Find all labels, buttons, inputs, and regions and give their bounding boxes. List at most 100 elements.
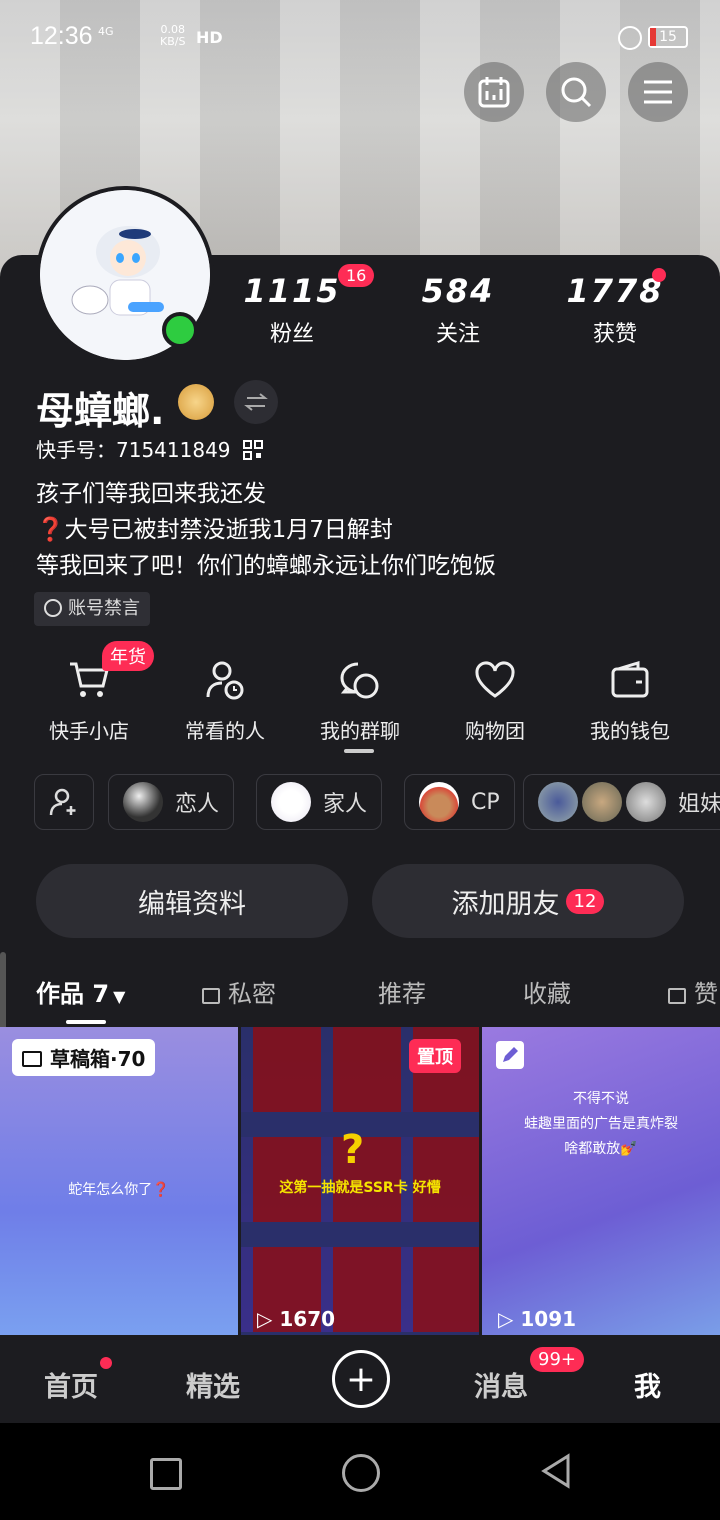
service-label: 常看的人 — [185, 719, 265, 743]
home-dot — [100, 1357, 112, 1369]
relation-cp[interactable]: CP — [404, 774, 515, 830]
bio-line-1: 孩子们等我回来我还发 — [36, 481, 266, 507]
bottom-nav: 首页 精选 + 消息 99+ 我 — [0, 1335, 720, 1423]
create-button[interactable]: + — [332, 1350, 390, 1408]
status-bar: 12:36 4G 0.08 KB/S HD 15 — [0, 0, 720, 76]
tab-works[interactable]: 作品 7 ▼ — [36, 974, 125, 1009]
home-button[interactable] — [342, 1454, 380, 1492]
following-label: 关注 — [435, 322, 480, 347]
service-group-buy[interactable]: 购物团 — [430, 655, 560, 744]
tile-caption: 不得不说 蛙趣里面的广告是真炸裂 啥都敢放💅 — [524, 1091, 678, 1157]
fans-badge: 16 — [338, 264, 375, 287]
service-frequent[interactable]: 常看的人 — [160, 655, 290, 744]
nav-messages[interactable]: 消息 — [474, 1365, 528, 1404]
drafts-label: 草稿箱·70 — [12, 1039, 156, 1076]
person-clock-icon — [206, 661, 244, 700]
bio-line-3: 等我回来了吧！你们的蟑螂永远让你们吃饱饭 — [36, 553, 496, 579]
bio-line-2: ❓大号已被封禁没逝我1月7日解封 — [36, 517, 393, 543]
relation-avatar — [626, 782, 666, 822]
add-friend-button[interactable]: 添加朋友 12 — [372, 864, 684, 938]
view-count: ▷ 1091 — [498, 1307, 577, 1331]
relation-avatar — [271, 782, 311, 822]
add-relation-button[interactable] — [34, 774, 94, 830]
fans-label: 粉丝 — [269, 322, 314, 347]
edit-icon — [496, 1041, 524, 1069]
service-groupchat[interactable]: 我的群聊 — [295, 655, 425, 744]
tile-caption: 蛇年怎么你了❓ — [68, 1182, 170, 1198]
hd-indicator: HD — [196, 28, 223, 47]
status-time: 12:36 — [30, 22, 93, 50]
recents-button[interactable] — [150, 1458, 182, 1490]
following-count: 584 — [421, 272, 495, 310]
service-label: 购物团 — [465, 719, 525, 743]
switch-account-button[interactable] — [234, 380, 278, 424]
question-mark: ? — [341, 1127, 365, 1173]
works-grid: 草稿箱·70 蛇年怎么你了❓ 置顶 ? 这第一抽就是SSR卡 好懵 ▷ 1670… — [0, 1027, 720, 1335]
calendar-icon — [478, 77, 510, 108]
folder-icon — [22, 1051, 42, 1067]
chevron-down-icon: ▼ — [113, 987, 126, 1006]
services-page-indicator — [344, 749, 374, 753]
view-count: ▷ 1670 — [257, 1307, 336, 1331]
relation-avatar — [538, 782, 578, 822]
messages-badge: 99+ — [530, 1347, 584, 1372]
search-icon — [561, 77, 592, 108]
plus-icon: + — [345, 1358, 377, 1400]
stat-fans[interactable]: 1115 粉丝 — [232, 272, 352, 348]
shop-badge: 年货 — [102, 641, 154, 671]
no-entry-icon — [44, 599, 62, 617]
service-wallet[interactable]: 我的钱包 — [565, 655, 695, 744]
level-badge-icon[interactable] — [178, 384, 214, 420]
nav-home[interactable]: 首页 — [44, 1365, 98, 1404]
network-speed: 0.08 KB/S — [160, 23, 186, 48]
service-label: 我的群聊 — [320, 719, 400, 743]
muted-tag: 账号禁言 — [34, 592, 150, 626]
video-tile[interactable]: 不得不说 蛙趣里面的广告是真炸裂 啥都敢放💅 ▷ 1091 — [482, 1027, 720, 1335]
draft-tile[interactable]: 草稿箱·70 蛇年怎么你了❓ — [0, 1027, 238, 1335]
tab-private[interactable]: 私密 — [202, 974, 276, 1009]
relation-avatar — [419, 782, 459, 822]
calendar-button[interactable] — [464, 62, 524, 122]
likes-dot — [652, 268, 666, 282]
menu-button[interactable] — [628, 62, 688, 122]
service-label: 快手小店 — [49, 719, 129, 743]
tab-recommended[interactable]: 推荐 — [378, 974, 426, 1009]
system-nav-bar — [0, 1423, 720, 1520]
profile-name: 母蟑螂. — [36, 389, 165, 433]
add-person-icon — [49, 788, 76, 816]
relation-family[interactable]: 家人 — [256, 774, 383, 830]
tab-liked[interactable]: 赞 — [668, 974, 720, 1009]
stat-likes[interactable]: 1778 获赞 — [555, 272, 675, 348]
network-indicator: 4G — [98, 25, 114, 38]
battery-indicator: 15 — [648, 26, 688, 48]
wallet-icon — [611, 661, 649, 698]
tab-favorites[interactable]: 收藏 — [523, 974, 571, 1009]
swap-icon — [244, 393, 268, 411]
online-status-dot — [162, 312, 198, 348]
stat-following[interactable]: 584 关注 — [398, 272, 518, 348]
pinned-video-tile[interactable]: 置顶 ? 这第一抽就是SSR卡 好懵 ▷ 1670 — [241, 1027, 479, 1335]
back-button[interactable] — [540, 1453, 572, 1489]
relation-avatar — [582, 782, 622, 822]
qr-code-icon — [242, 440, 263, 460]
active-tab-indicator — [66, 1020, 106, 1024]
heart-icon — [475, 661, 515, 698]
pinned-badge: 置顶 — [409, 1039, 461, 1073]
tile-caption: 这第一抽就是SSR卡 好懵 — [279, 1180, 441, 1196]
play-icon: ▷ — [257, 1307, 273, 1331]
add-friend-badge: 12 — [565, 888, 605, 914]
fans-count: 1115 — [243, 272, 341, 310]
rotation-lock-icon — [618, 26, 642, 50]
relation-lover[interactable]: 恋人 — [108, 774, 235, 830]
service-label: 我的钱包 — [590, 719, 670, 743]
nav-me[interactable]: 我 — [634, 1365, 661, 1404]
play-icon: ▷ — [498, 1307, 514, 1331]
account-id[interactable]: 快手号：715411849 — [36, 434, 263, 463]
nav-featured[interactable]: 精选 — [186, 1365, 240, 1404]
relation-avatar — [123, 782, 163, 822]
search-button[interactable] — [546, 62, 606, 122]
relation-sisters[interactable]: 姐妹 — [523, 774, 720, 830]
chat-icon — [340, 662, 379, 699]
menu-icon — [644, 80, 672, 104]
edit-profile-button[interactable]: 编辑资料 — [36, 864, 348, 938]
